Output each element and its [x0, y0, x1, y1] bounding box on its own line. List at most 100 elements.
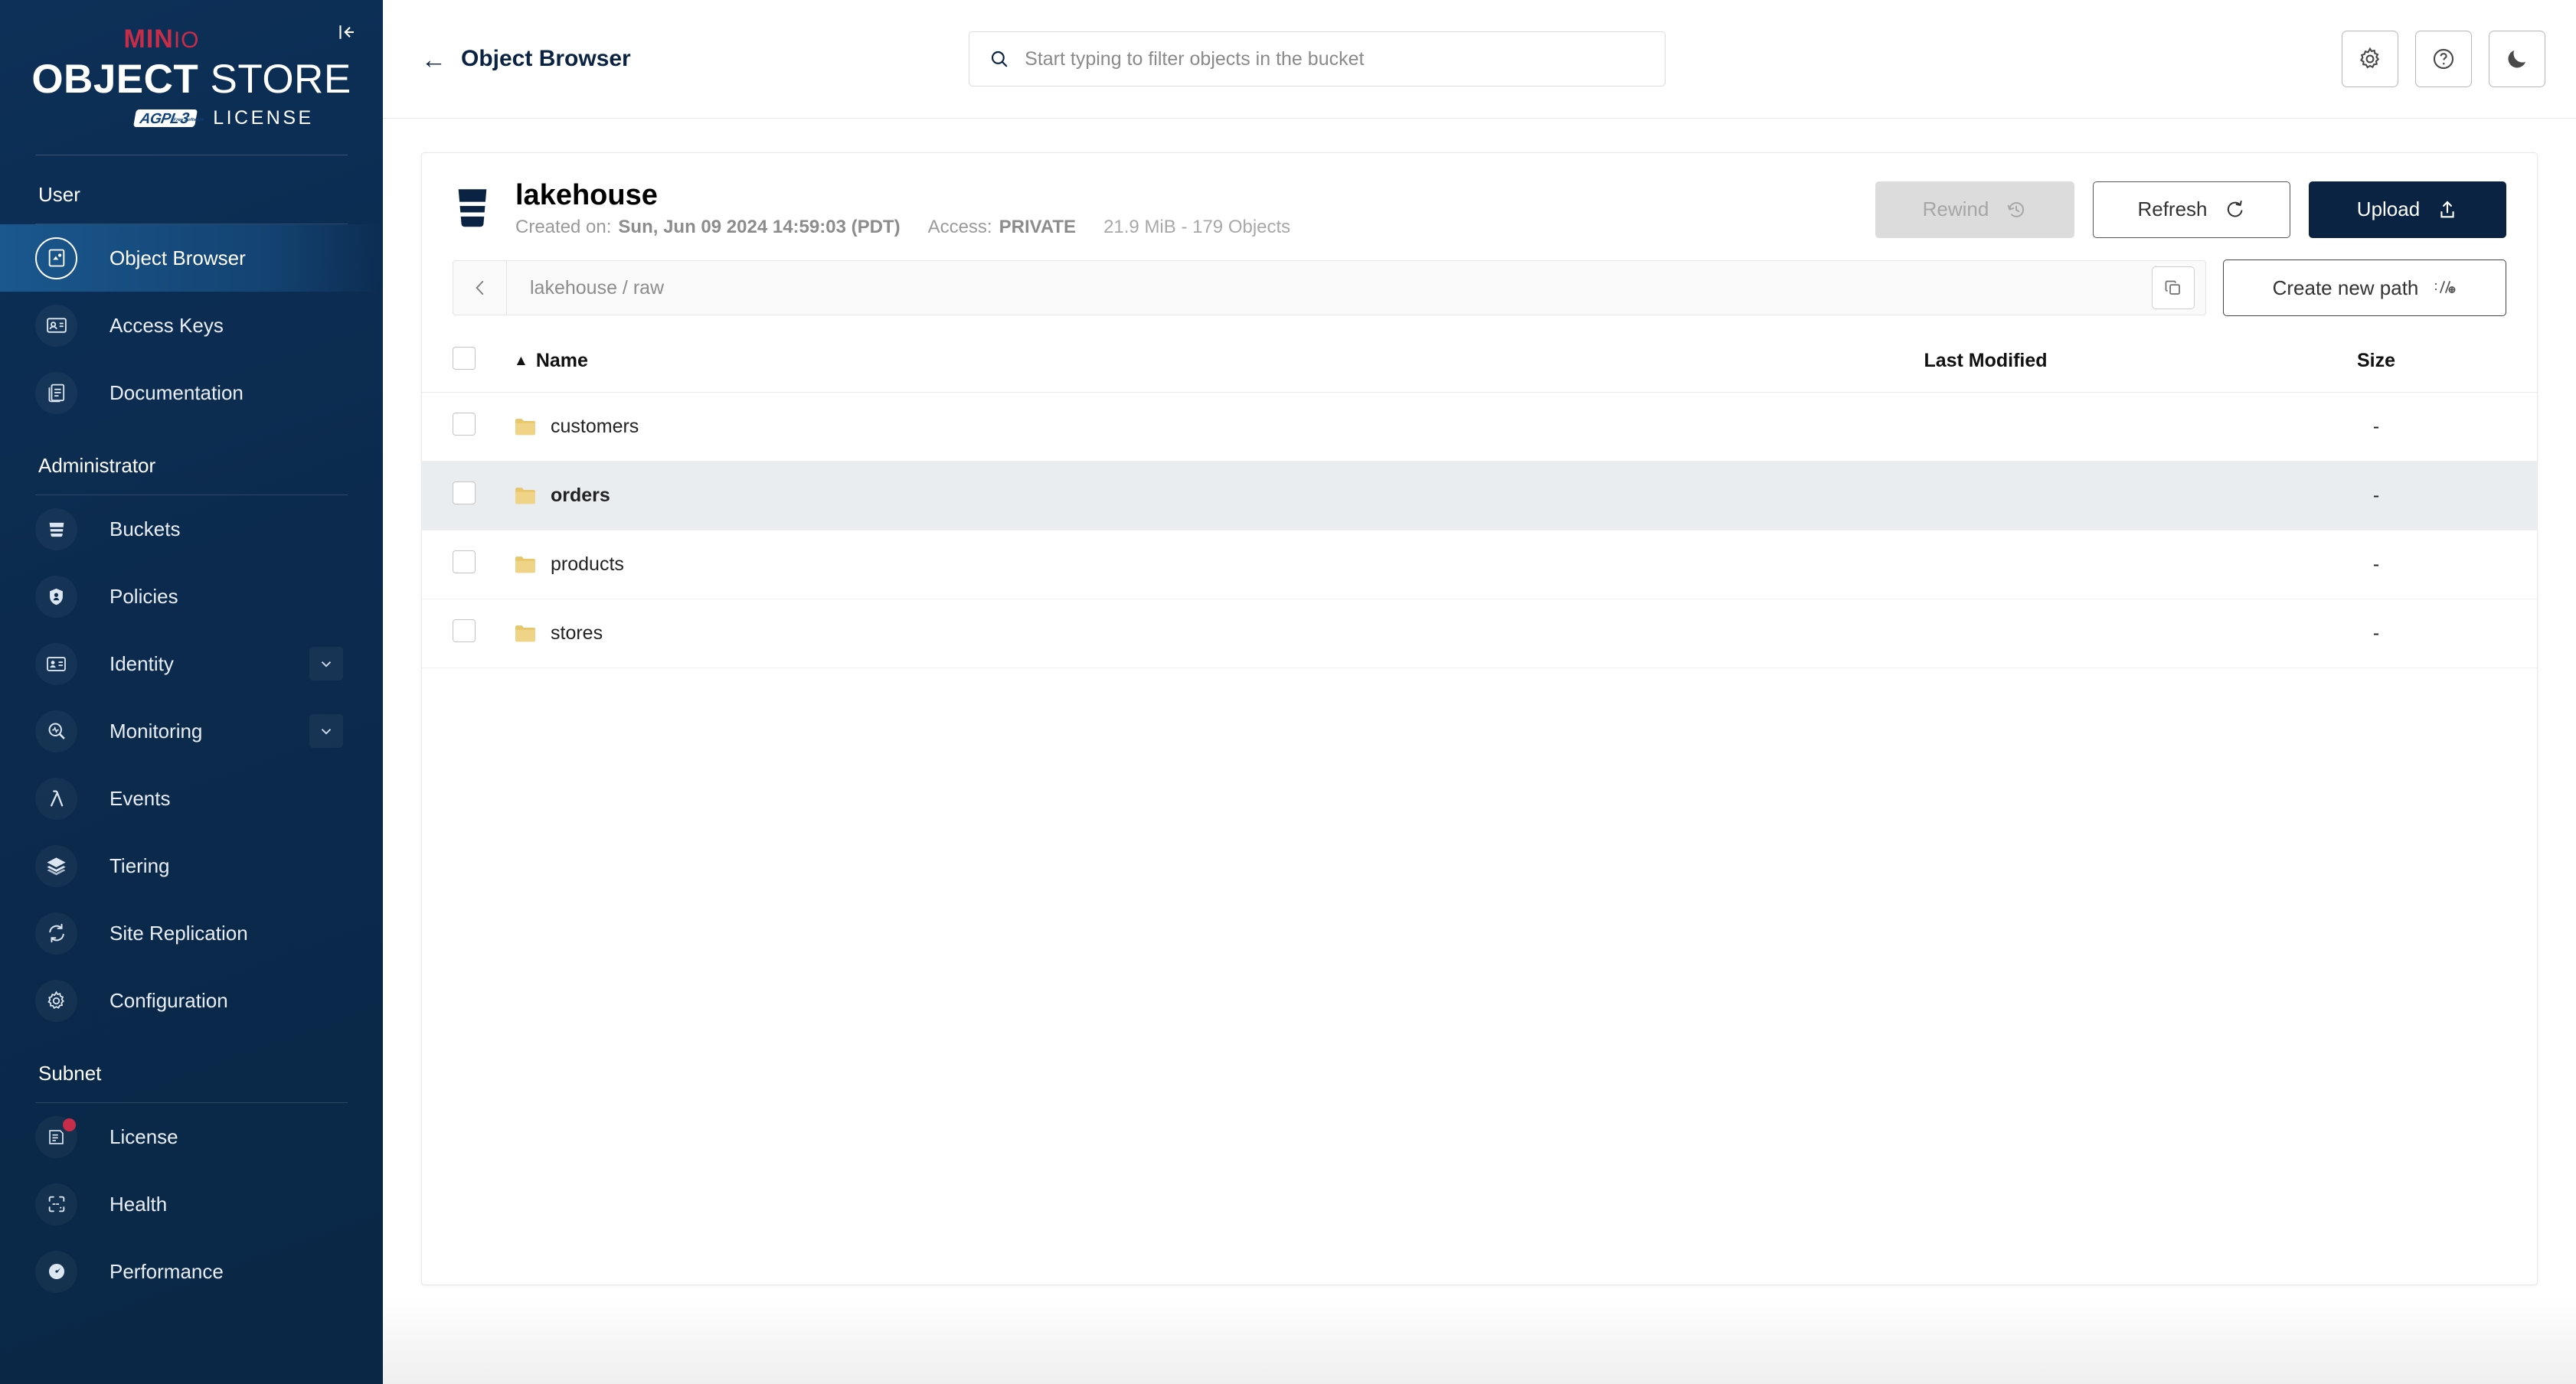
sidebar-item-configuration[interactable]: Configuration: [0, 967, 383, 1034]
row-checkbox[interactable]: [453, 619, 476, 642]
copy-path-button[interactable]: [2152, 266, 2195, 309]
sidebar-item-documentation[interactable]: Documentation: [0, 359, 383, 426]
sidebar-item-events[interactable]: Events: [0, 765, 383, 832]
monitoring-magnifier-icon: [35, 710, 77, 752]
sidebar-item-object-browser[interactable]: Object Browser: [0, 224, 383, 292]
health-icon: [35, 1183, 77, 1226]
sidebar: MINIO OBJECT STORE AGPL 3 Free Software …: [0, 0, 383, 1384]
select-all-header: [422, 333, 514, 393]
row-last-modified: [1756, 599, 2215, 668]
created-label: Created on:: [515, 217, 612, 237]
performance-gauge-icon: [35, 1250, 77, 1293]
object-browser-panel: lakehouse Created on: Sun, Jun 09 2024 1…: [421, 152, 2538, 1285]
column-header-name[interactable]: ▲ Name: [514, 333, 1756, 393]
section-label-user: User: [38, 183, 80, 206]
sidebar-item-label: Site Replication: [110, 921, 248, 945]
topbar-actions: [2342, 31, 2545, 87]
collapse-sidebar-button[interactable]: [331, 17, 361, 47]
search-box[interactable]: [969, 31, 1666, 86]
access-keys-icon: [35, 304, 77, 347]
minio-brand: MIN: [123, 24, 174, 54]
row-last-modified: [1756, 461, 2215, 530]
row-checkbox[interactable]: [453, 413, 476, 436]
moon-icon: [2508, 50, 2526, 68]
chevron-down-icon[interactable]: [309, 714, 343, 748]
sidebar-item-tiering[interactable]: Tiering: [0, 832, 383, 899]
row-select-cell: [422, 392, 514, 462]
table-row[interactable]: orders -: [422, 461, 2537, 530]
sidebar-item-label: Configuration: [110, 988, 228, 1012]
question-circle-icon: [2433, 48, 2454, 70]
upload-button[interactable]: Upload: [2309, 181, 2506, 238]
minio-brand-suffix: IO: [173, 28, 200, 53]
sidebar-item-buckets[interactable]: Buckets: [0, 495, 383, 563]
table-header-row: ▲ Name Last Modified Size: [422, 333, 2537, 393]
sidebar-item-monitoring[interactable]: Monitoring: [0, 697, 383, 765]
product-bold: OBJECT: [31, 57, 199, 102]
path-bar[interactable]: lakehouse / raw: [453, 260, 2206, 315]
bucket-icon: [453, 186, 495, 233]
sort-ascending-icon: ▲: [514, 352, 528, 369]
sidebar-item-policies[interactable]: Policies: [0, 563, 383, 630]
agpl-subtext: Free Software: [173, 118, 204, 122]
chevron-down-icon[interactable]: [309, 647, 343, 681]
gear-icon: [35, 979, 77, 1022]
layers-icon: [35, 844, 77, 887]
row-name: products: [551, 553, 624, 575]
column-header-last-modified[interactable]: Last Modified: [1756, 333, 2215, 393]
settings-button[interactable]: [2342, 31, 2398, 87]
upload-icon: [2440, 200, 2454, 217]
pathbar-row: lakehouse / raw Create new path: [422, 260, 2537, 316]
sidebar-item-label: Performance: [110, 1259, 224, 1283]
created-value: Sun, Jun 09 2024 14:59:03 (PDT): [618, 217, 901, 237]
sidebar-item-access-keys[interactable]: Access Keys: [0, 292, 383, 359]
table-row[interactable]: stores -: [422, 599, 2537, 668]
bucket-meta: lakehouse Created on: Sun, Jun 09 2024 1…: [515, 181, 1290, 238]
sidebar-item-label: Documentation: [110, 380, 244, 404]
row-checkbox[interactable]: [453, 550, 476, 573]
back-arrow-icon[interactable]: ←: [421, 47, 446, 72]
row-select-cell: [422, 530, 514, 599]
dark-mode-button[interactable]: [2489, 31, 2545, 87]
topbar: ← Object Browser: [383, 0, 2576, 119]
create-new-path-button[interactable]: Create new path: [2223, 260, 2506, 316]
new-path-icon: [2435, 281, 2456, 293]
sidebar-item-label: Identity: [110, 651, 174, 675]
sidebar-item-label: Object Browser: [110, 246, 246, 269]
notification-badge: [63, 1118, 76, 1131]
row-select-cell: [422, 461, 514, 530]
product-wordmark: OBJECT STORE: [0, 59, 383, 100]
folder-icon: [515, 418, 535, 435]
sidebar-item-health[interactable]: Health: [0, 1170, 383, 1238]
folder-icon: [515, 487, 535, 504]
section-label-administrator: Administrator: [38, 454, 156, 477]
sidebar-item-performance[interactable]: Performance: [0, 1238, 383, 1305]
access-label: Access:: [927, 217, 992, 237]
rewind-button[interactable]: Rewind: [1875, 181, 2074, 238]
replication-icon: [35, 912, 77, 955]
search-input[interactable]: [1025, 47, 1646, 70]
row-checkbox[interactable]: [453, 481, 476, 504]
folder-icon: [515, 556, 535, 573]
refresh-button[interactable]: Refresh: [2093, 181, 2290, 238]
bucket-header: lakehouse Created on: Sun, Jun 09 2024 1…: [422, 153, 2537, 260]
help-button[interactable]: [2415, 31, 2472, 87]
column-label-last-modified: Last Modified: [1924, 350, 2048, 371]
sidebar-item-site-replication[interactable]: Site Replication: [0, 899, 383, 967]
sidebar-item-license[interactable]: License: [0, 1103, 383, 1170]
create-new-path-label: Create new path: [2272, 276, 2419, 299]
product-light: STORE: [210, 57, 351, 102]
objects-table: ▲ Name Last Modified Size customers - or…: [422, 333, 2537, 668]
table-body: customers - orders - products - stores -: [422, 392, 2537, 668]
sidebar-item-identity[interactable]: Identity: [0, 630, 383, 697]
bucket-size-objects: 21.9 MiB - 179 Objects: [1103, 217, 1291, 237]
select-all-checkbox[interactable]: [453, 347, 476, 370]
column-label-size: Size: [2356, 350, 2396, 371]
table-row[interactable]: customers -: [422, 392, 2537, 462]
column-header-size[interactable]: Size: [2215, 333, 2537, 393]
row-name: stores: [551, 622, 603, 644]
path-back-button[interactable]: [453, 261, 507, 315]
table-row[interactable]: products -: [422, 530, 2537, 599]
logo: MINIO OBJECT STORE AGPL 3 Free Software …: [0, 0, 383, 129]
agpl-badge: AGPL 3 Free Software: [133, 109, 204, 127]
